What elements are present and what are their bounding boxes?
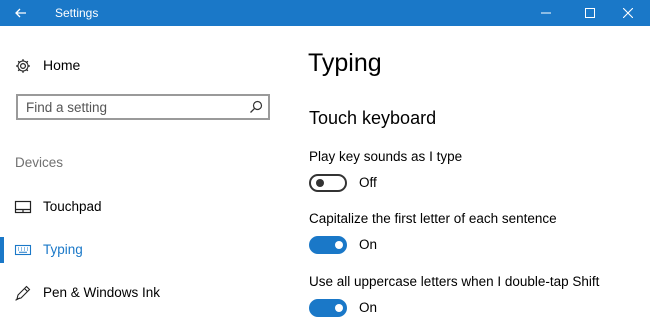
close-button[interactable] (608, 0, 648, 26)
minimize-button[interactable] (526, 0, 566, 26)
setting-label: Use all uppercase letters when I double-… (309, 274, 600, 289)
back-arrow-icon (15, 8, 26, 18)
search-input[interactable] (26, 99, 236, 115)
window-title: Settings (55, 6, 99, 20)
minimize-icon (541, 12, 551, 14)
sidebar-item-label: Touchpad (43, 199, 102, 214)
setting-label: Play key sounds as I type (309, 149, 463, 164)
section-header-devices: Devices (15, 155, 64, 170)
key-sounds-toggle[interactable] (309, 174, 347, 192)
setting-label: Capitalize the first letter of each sent… (309, 211, 557, 226)
toggle-knob (316, 179, 324, 187)
maximize-icon (585, 8, 595, 18)
maximize-button[interactable] (570, 0, 610, 26)
page-title: Typing (308, 49, 382, 77)
sidebar-item-pen-windows-ink[interactable]: Pen & Windows Ink (0, 280, 290, 306)
search-icon[interactable] (248, 99, 264, 115)
sidebar-item-touchpad[interactable]: Touchpad (0, 194, 290, 220)
toggle-knob (335, 304, 343, 312)
toggle-state-label: On (359, 237, 378, 252)
close-icon (623, 8, 633, 18)
toggle-knob (335, 241, 343, 249)
back-button[interactable] (0, 0, 42, 26)
gear-icon (16, 59, 30, 73)
toggle-state-label: Off (359, 175, 377, 190)
sidebar-item-label: Typing (43, 242, 83, 257)
search-box[interactable] (16, 94, 270, 120)
touchpad-icon (14, 200, 32, 214)
capitalize-toggle[interactable] (309, 236, 347, 254)
keyboard-icon (14, 244, 32, 256)
title-bar: Settings (0, 0, 650, 26)
sidebar-item-label: Pen & Windows Ink (43, 285, 161, 300)
home-nav-item[interactable]: Home (0, 54, 290, 78)
home-label: Home (43, 57, 81, 73)
section-title-touch-keyboard: Touch keyboard (309, 108, 437, 128)
uppercase-toggle[interactable] (309, 299, 347, 317)
sidebar: Home Devices Touchpad Typing Pen & Windo… (0, 26, 290, 320)
pen-icon (15, 285, 31, 301)
main-content: Typing Touch keyboard Play key sounds as… (290, 26, 650, 320)
sidebar-item-typing[interactable]: Typing (0, 237, 290, 263)
toggle-state-label: On (359, 300, 378, 315)
